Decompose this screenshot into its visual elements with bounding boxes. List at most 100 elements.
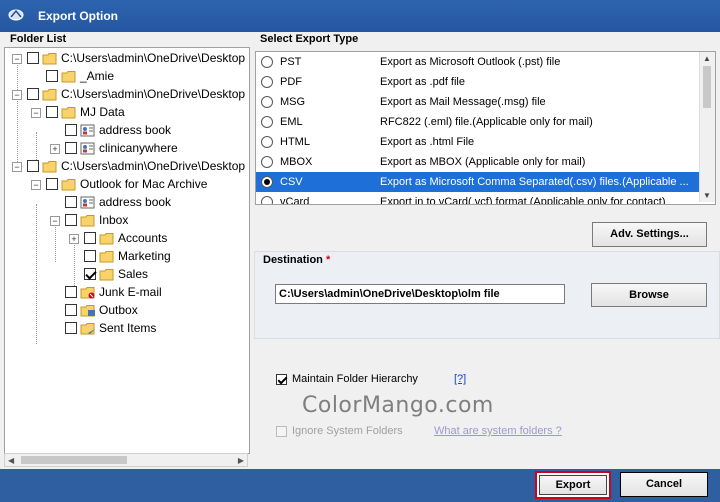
- scroll-left-icon[interactable]: ◀: [8, 456, 14, 465]
- tree-node-checkbox[interactable]: [65, 196, 77, 208]
- export-type-option-vcard[interactable]: vCard Export in to vCard(.vcf) format (Ap…: [256, 192, 699, 204]
- scroll-down-icon[interactable]: ▼: [703, 191, 711, 200]
- help-link[interactable]: [?]: [454, 373, 466, 385]
- tree-node-checkbox[interactable]: [84, 232, 96, 244]
- tree-node-label: Sales: [118, 267, 149, 281]
- destination-path-input[interactable]: C:\Users\admin\OneDrive\Desktop\olm file: [275, 284, 565, 304]
- export-type-option-pdf[interactable]: PDF Export as .pdf file: [256, 72, 699, 92]
- export-type-radio[interactable]: [261, 76, 273, 88]
- export-type-list[interactable]: vCard Export in to vCard(.vcf) format (Ap…: [255, 51, 716, 205]
- destination-group: Destination * C:\Users\admin\OneDrive\De…: [254, 251, 720, 339]
- folder-list-panel: Folder List − C:\Users\admin\OneDrive\Des…: [0, 32, 252, 469]
- export-type-option-html[interactable]: HTML Export as .html File: [256, 132, 699, 152]
- export-type-radio[interactable]: [261, 136, 273, 148]
- export-type-radio[interactable]: [261, 116, 273, 128]
- cancel-button[interactable]: Cancel: [620, 472, 708, 497]
- tree-node-checkbox[interactable]: [84, 268, 96, 280]
- export-type-radio[interactable]: [261, 56, 273, 68]
- export-type-radio[interactable]: [261, 96, 273, 108]
- tree-node-label: Outlook for Mac Archive: [80, 177, 208, 191]
- tree-node[interactable]: − Inbox: [5, 212, 249, 230]
- export-type-option-eml[interactable]: EML RFC822 (.eml) file.(Applicable only f…: [256, 112, 699, 132]
- scroll-up-icon[interactable]: ▲: [703, 54, 711, 63]
- tree-node-checkbox[interactable]: [84, 250, 96, 262]
- export-type-description: Export as MBOX (Applicable only for mail…: [380, 156, 586, 168]
- tree-node-checkbox[interactable]: [65, 142, 77, 154]
- tree-node[interactable]: − C:\Users\admin\OneDrive\Desktop: [5, 158, 249, 176]
- tree-node-checkbox[interactable]: [27, 160, 39, 172]
- folder-icon: [99, 269, 114, 281]
- folder-icon: [42, 89, 57, 101]
- scroll-thumb[interactable]: [703, 66, 711, 108]
- export-type-name: EML: [280, 116, 303, 128]
- tree-node-label: MJ Data: [80, 105, 125, 119]
- export-type-name: MSG: [280, 96, 306, 108]
- tree-node[interactable]: − C:\Users\admin\OneDrive\Desktop: [5, 50, 249, 68]
- export-button[interactable]: Export: [539, 475, 607, 495]
- outbox-folder-icon: [80, 305, 95, 317]
- ignore-system-folders-label: Ignore System Folders: [292, 425, 403, 437]
- maintain-hierarchy-checkbox[interactable]: [276, 374, 287, 385]
- tree-node-label: Sent Items: [99, 321, 157, 335]
- export-type-radio[interactable]: [261, 156, 273, 168]
- tree-node[interactable]: + clinicanywhere: [5, 140, 249, 158]
- tree-node[interactable]: Marketing: [5, 248, 249, 266]
- export-type-description: Export as Microsoft Outlook (.pst) file: [380, 56, 561, 68]
- export-type-name: PDF: [280, 76, 302, 88]
- tree-node[interactable]: _Amie: [5, 68, 249, 86]
- tree-node-checkbox[interactable]: [65, 286, 77, 298]
- tree-node[interactable]: Sales: [5, 266, 249, 284]
- collapse-icon[interactable]: −: [12, 54, 22, 64]
- collapse-icon[interactable]: −: [31, 180, 41, 190]
- tree-node[interactable]: − C:\Users\admin\OneDrive\Desktop: [5, 86, 249, 104]
- ignore-system-folders-checkbox[interactable]: [276, 426, 287, 437]
- export-type-radio[interactable]: [261, 196, 273, 204]
- export-type-radio[interactable]: [261, 176, 273, 188]
- folder-tree-hscrollbar[interactable]: ◀ ▶: [4, 453, 248, 467]
- collapse-icon[interactable]: −: [12, 162, 22, 172]
- collapse-icon[interactable]: −: [12, 90, 22, 100]
- folder-tree[interactable]: − C:\Users\admin\OneDrive\Desktop _Amie − C:…: [4, 47, 250, 454]
- scroll-thumb[interactable]: [21, 456, 127, 464]
- tree-node[interactable]: Sent Items: [5, 320, 249, 338]
- tree-node-checkbox[interactable]: [27, 88, 39, 100]
- export-type-name: CSV: [280, 176, 303, 188]
- folder-icon: [99, 251, 114, 263]
- adv-settings-button[interactable]: Adv. Settings...: [592, 222, 707, 247]
- export-type-option-pst[interactable]: PST Export as Microsoft Outlook (.pst) fi…: [256, 52, 699, 72]
- tree-node-checkbox[interactable]: [46, 70, 58, 82]
- expand-icon[interactable]: +: [69, 234, 79, 244]
- browse-button[interactable]: Browse: [591, 283, 707, 307]
- tree-node-label: Outbox: [99, 303, 138, 317]
- tree-node-label: clinicanywhere: [99, 141, 178, 155]
- tree-node[interactable]: address book: [5, 194, 249, 212]
- tree-node[interactable]: − MJ Data: [5, 104, 249, 122]
- tree-node-checkbox[interactable]: [65, 124, 77, 136]
- export-type-description: Export as .pdf file: [380, 76, 465, 88]
- tree-node[interactable]: address book: [5, 122, 249, 140]
- tree-node-checkbox[interactable]: [65, 214, 77, 226]
- tree-node[interactable]: + Accounts: [5, 230, 249, 248]
- export-type-option-csv[interactable]: CSV Export as Microsoft Comma Separated(.…: [256, 172, 699, 192]
- export-type-name: PST: [280, 56, 302, 68]
- collapse-icon[interactable]: −: [31, 108, 41, 118]
- tree-node-checkbox[interactable]: [65, 322, 77, 334]
- folder-list-heading: Folder List: [10, 33, 67, 45]
- tree-node[interactable]: Outbox: [5, 302, 249, 320]
- collapse-icon[interactable]: −: [50, 216, 60, 226]
- folder-icon: [61, 71, 76, 83]
- export-list-vscrollbar[interactable]: ▲ ▼: [699, 52, 715, 202]
- system-folders-link[interactable]: What are system folders ?: [434, 425, 562, 437]
- expand-icon[interactable]: +: [50, 144, 60, 154]
- tree-node-checkbox[interactable]: [46, 106, 58, 118]
- sent-folder-icon: [80, 323, 95, 335]
- contacts-folder-icon: [80, 142, 95, 155]
- tree-node[interactable]: − Outlook for Mac Archive: [5, 176, 249, 194]
- tree-node-checkbox[interactable]: [65, 304, 77, 316]
- export-type-option-msg[interactable]: MSG Export as Mail Message(.msg) file: [256, 92, 699, 112]
- tree-node-checkbox[interactable]: [46, 178, 58, 190]
- tree-node[interactable]: Junk E-mail: [5, 284, 249, 302]
- tree-node-checkbox[interactable]: [27, 52, 39, 64]
- export-type-option-mbox[interactable]: MBOX Export as MBOX (Applicable only for …: [256, 152, 699, 172]
- scroll-right-icon[interactable]: ▶: [238, 456, 244, 465]
